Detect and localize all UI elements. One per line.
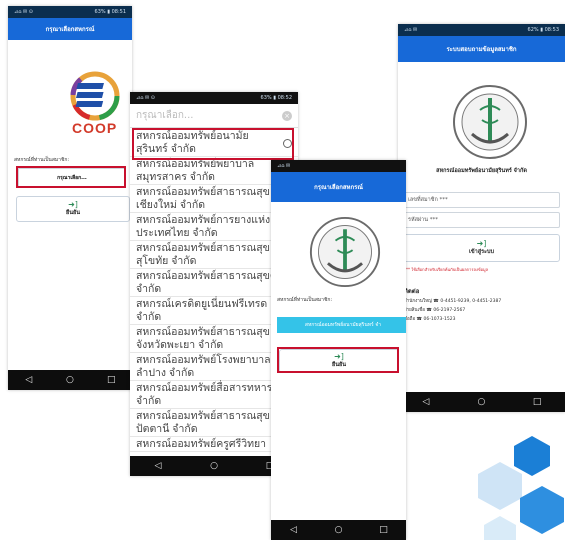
member-coop-label: สหกรณ์ที่ท่านเป็นสมาชิก: <box>277 297 333 303</box>
search-row: กรุณาเลือก... × <box>130 104 298 128</box>
sign-in-icon: ➜] <box>68 200 78 209</box>
clear-icon[interactable]: × <box>282 110 292 121</box>
login-button[interactable]: ➜] เข้าสู่ระบบ <box>403 234 560 262</box>
recent-nav-button[interactable]: □ <box>105 374 117 386</box>
home-nav-button[interactable]: ○ <box>333 524 345 536</box>
home-nav-button[interactable]: ○ <box>64 374 76 386</box>
seal-icon <box>309 216 381 288</box>
system-nav-bar: ◁ ○ □ <box>8 370 132 390</box>
confirm-button[interactable]: ➜] ยืนยัน <box>16 196 130 222</box>
recent-nav-button[interactable]: □ <box>531 396 543 408</box>
page-title: กรุณาเลือกสหกรณ์ <box>314 184 363 191</box>
status-bar: ⊿⌂ ✉ ⊙ 63% ▮ 08:52 <box>130 92 298 104</box>
screen-select-coop: ⊿⌂ ✉ ⊙ 63% ▮ 08:51 กรุณาเลือกสหกรณ์ COOP… <box>8 6 132 390</box>
contact-mobile: มือถือ ☎ 06-1073-1523 <box>404 317 456 322</box>
logo-text: COOP <box>72 120 118 136</box>
highlight-first-item <box>132 128 294 160</box>
status-battery-time: 62% ▮ 08:53 <box>527 27 559 33</box>
screen-member-login: ⊿⌂ ✉ 62% ▮ 08:53 ระบบสอบถามข้อมูลสมาชิก … <box>398 24 565 412</box>
status-bar: ⊿⌂ ✉ 62% ▮ 08:53 <box>398 24 565 36</box>
app-bar: กรุณาเลือกสหกรณ์ <box>271 172 406 202</box>
login-note: *** ใช้เลือกสำหรับเรียกค้นกับเป็นผลการลง… <box>404 267 489 272</box>
system-nav-bar: ◁ ○ □ <box>398 392 565 412</box>
recent-nav-button[interactable]: □ <box>378 524 390 536</box>
confirm-label: ยืนยัน <box>66 210 80 216</box>
back-nav-button[interactable]: ◁ <box>288 524 300 536</box>
hexagon-shape <box>484 516 516 540</box>
status-icons: ⊿⌂ ✉ ⊙ <box>136 95 155 101</box>
contact-branch: ฝ่ายสินเชื่อ ☎ 06-2197-2567 <box>404 308 466 313</box>
coop-seal-logo <box>452 84 528 160</box>
status-bar: ⊿⌂ ✉ ⊙ 63% ▮ 08:51 <box>8 6 132 18</box>
page-title: กรุณาเลือกสหกรณ์ <box>45 26 95 33</box>
page-title: ระบบสอบถามข้อมูลสมาชิก <box>446 46 517 53</box>
status-icons: ⊿⌂ ✉ <box>277 163 291 169</box>
home-nav-button[interactable]: ○ <box>208 460 220 472</box>
hexagon-shape <box>514 436 550 476</box>
contact-office: สำนักงานใหญ่ ☎ 0-4451-9239, 0-4451-2387 <box>404 299 502 304</box>
screen-coop-selected: ⊿⌂ ✉ กรุณาเลือกสหกรณ์ สหกรณ์ที่ท่านเป็นส… <box>271 160 406 540</box>
hexagon-shape <box>478 462 522 510</box>
highlight-select-box <box>16 166 126 188</box>
coop-seal-logo <box>309 216 381 288</box>
status-icons: ⊿⌂ ✉ <box>404 27 418 33</box>
status-icons: ⊿⌂ ✉ ⊙ <box>14 9 33 15</box>
status-battery-time: 63% ▮ 08:51 <box>94 9 126 15</box>
app-bar: ระบบสอบถามข้อมูลสมาชิก <box>398 36 565 62</box>
app-bar: กรุณาเลือกสหกรณ์ <box>8 18 132 40</box>
seal-icon <box>453 85 527 159</box>
member-coop-label: สหกรณ์ที่ท่านเป็นสมาชิก: <box>14 157 70 163</box>
status-battery-time: 63% ▮ 08:52 <box>260 95 292 101</box>
back-nav-button[interactable]: ◁ <box>420 396 432 408</box>
back-nav-button[interactable]: ◁ <box>23 374 35 386</box>
password-field[interactable]: รหัสผ่าน *** <box>403 212 560 228</box>
home-nav-button[interactable]: ○ <box>475 396 487 408</box>
member-id-field[interactable]: เลขที่สมาชิก *** <box>403 192 560 208</box>
highlight-confirm-button <box>277 347 399 373</box>
status-bar: ⊿⌂ ✉ <box>271 160 406 172</box>
sign-in-icon: ➜] <box>476 239 487 248</box>
search-input[interactable]: กรุณาเลือก... <box>136 108 193 123</box>
hexagon-shape <box>520 486 564 534</box>
login-label: เข้าสู่ระบบ <box>469 249 494 255</box>
coop-logo: COOP <box>60 68 130 138</box>
decorative-hexagons <box>478 436 564 540</box>
contact-title: ติดต่อ <box>404 288 420 295</box>
back-nav-button[interactable]: ◁ <box>152 460 164 472</box>
system-nav-bar: ◁ ○ □ <box>271 520 406 540</box>
org-name: สหกรณ์ออมทรัพย์อนามัยสุรินทร์ จำกัด <box>436 168 527 174</box>
selected-coop-field[interactable]: สหกรณ์ออมทรัพย์อนามัยสุรินทร์ จำ <box>277 317 406 333</box>
